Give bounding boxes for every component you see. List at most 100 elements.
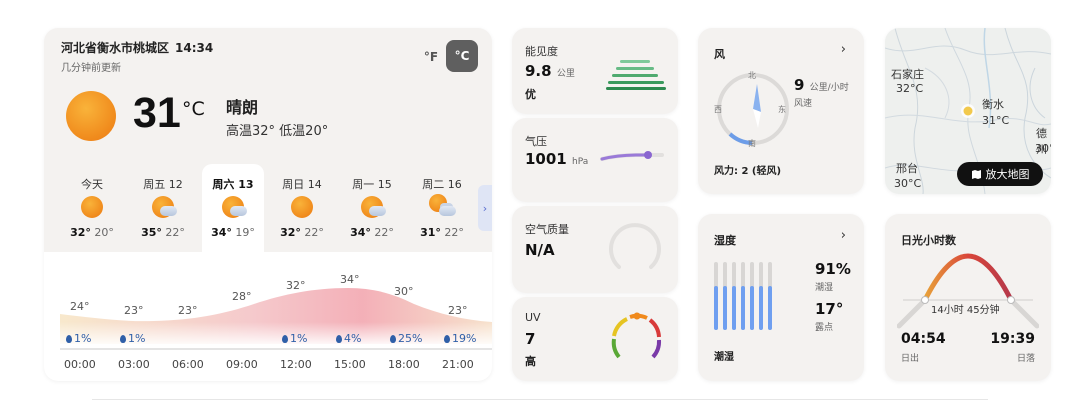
sun-icon	[66, 91, 116, 141]
forecast-day[interactable]: 今天 32° 20°	[61, 164, 123, 254]
forecast-temps: 34° 22°	[350, 226, 394, 239]
forecast-next-button[interactable]: ›	[478, 185, 492, 231]
air-quality-value: N/A	[525, 241, 555, 259]
weather-main-card: 河北省衡水市桃城区 14:34 几分钟前更新 °F °C 31 °C 晴朗 高温3…	[44, 28, 492, 381]
hourly-time: 03:00	[118, 358, 150, 371]
hourly-time: 21:00	[442, 358, 474, 371]
pressure-title: 气压	[525, 135, 547, 148]
pressure-value: 1001 hPa	[525, 150, 589, 168]
uv-gauge-icon	[611, 312, 662, 359]
hourly-precip: 25%	[390, 332, 422, 345]
location[interactable]: 河北省衡水市桃城区 14:34	[61, 39, 213, 56]
air-quality-gauge-icon	[609, 223, 661, 269]
forecast-day[interactable]: 周五 12 35° 22°	[132, 164, 194, 254]
expand-map-button[interactable]: 放大地图	[957, 162, 1043, 186]
hourly-precip: 1%	[66, 332, 91, 345]
partly-cloudy-icon	[152, 196, 177, 218]
raindrop-icon	[66, 335, 72, 343]
updated-text: 几分钟前更新	[61, 63, 121, 74]
air-quality-card[interactable]: 空气质量 N/A	[512, 206, 678, 293]
sunset-label: 日落	[1016, 354, 1035, 364]
hourly-time: 09:00	[226, 358, 258, 371]
map-city-name: 石家庄	[891, 68, 924, 81]
visibility-bars-icon	[606, 60, 666, 90]
forecast-day[interactable]: 周日 14 32° 22°	[271, 164, 333, 254]
wind-level: 风力: 2 (轻风)	[714, 166, 782, 177]
hourly-time: 15:00	[334, 358, 366, 371]
forecast-day-label: 今天	[81, 178, 103, 191]
map-city-temp: 30°C	[894, 177, 922, 190]
humidity-bars-icon	[714, 262, 772, 330]
current-hilo: 高温32° 低温20°	[226, 124, 329, 139]
visibility-title: 能见度	[525, 45, 558, 58]
hourly-precip: 1%	[282, 332, 307, 345]
air-quality-title: 空气质量	[525, 223, 569, 236]
forecast-temps: 32° 22°	[280, 226, 324, 239]
forecast-day-label: 周六 13	[212, 178, 254, 191]
raindrop-icon	[390, 335, 396, 343]
hourly-temp: 23°	[448, 304, 468, 317]
partly-cloudy-icon	[361, 196, 386, 218]
cloudy-sun-icon	[429, 194, 456, 218]
sunrise-time: 04:54	[901, 331, 946, 347]
hourly-temp: 34°	[340, 273, 360, 286]
uv-value: 7	[525, 330, 536, 348]
map-city-name: 衡水	[982, 98, 1004, 111]
daily-forecast: 今天 32° 20° 周五 12 35° 22° 周六 13 34° 19° 周…	[44, 164, 492, 254]
sunshine-title: 日光小时数	[901, 234, 956, 247]
divider	[92, 399, 988, 400]
sunrise-label: 日出	[901, 354, 920, 364]
raindrop-icon	[282, 335, 288, 343]
hourly-temp: 23°	[124, 304, 144, 317]
location-name: 河北省衡水市桃城区	[61, 41, 170, 55]
humidity-title: 湿度	[714, 234, 736, 247]
wind-speed-label: 风速	[794, 99, 813, 109]
forecast-day[interactable]: 周一 15 34° 22°	[341, 164, 403, 254]
chevron-right-icon[interactable]: ›	[841, 42, 846, 57]
visibility-card[interactable]: 能见度 9.8 公里 优	[512, 28, 678, 114]
forecast-temps: 34° 19°	[211, 226, 255, 239]
hourly-time: 00:00	[64, 358, 96, 371]
forecast-day-label: 周二 16	[422, 178, 462, 191]
current-temperature-unit: °C	[182, 98, 205, 120]
hourly-temp: 32°	[286, 279, 306, 292]
wind-card[interactable]: 风 › 北 南 东 西 9 公里/小时 风速 风力: 2 (轻风)	[698, 28, 864, 194]
pressure-card[interactable]: 气压 1001 hPa	[512, 118, 678, 202]
visibility-desc: 优	[525, 88, 536, 101]
celsius-toggle[interactable]: °C	[446, 40, 478, 72]
sunshine-duration: 14小时 45分钟	[931, 305, 1000, 316]
forecast-temps: 35° 22°	[141, 226, 185, 239]
sun-icon	[291, 196, 313, 218]
forecast-day[interactable]: 周二 16 31° 22°	[411, 164, 473, 254]
fahrenheit-toggle[interactable]: °F	[416, 42, 446, 72]
current-condition: 晴朗	[226, 98, 259, 117]
humidity-card[interactable]: 湿度 › 91% 潮湿 17° 露点 潮湿	[698, 214, 864, 381]
raindrop-icon	[120, 335, 126, 343]
map-icon	[971, 169, 981, 179]
wind-speed: 9 公里/小时	[794, 76, 849, 94]
hourly-temperature-curve	[44, 288, 492, 350]
sun-arc-icon	[897, 253, 1039, 329]
hourly-time: 06:00	[172, 358, 204, 371]
sunshine-card[interactable]: 日光小时数 14小时 45分钟 04:54 日出 19:39 日落	[885, 214, 1051, 381]
pressure-gauge-icon	[600, 151, 664, 161]
map-city-temp: 32°C	[896, 82, 924, 95]
map-city-name: 邢台	[896, 162, 918, 175]
raindrop-icon	[444, 335, 450, 343]
chevron-right-icon[interactable]: ›	[841, 228, 846, 243]
forecast-day-label: 周日 14	[282, 178, 322, 191]
humidity-value: 91%	[815, 260, 851, 278]
forecast-temps: 31° 22°	[420, 226, 464, 239]
compass-east: 东	[778, 105, 786, 114]
uv-card[interactable]: UV 7 高	[512, 297, 678, 381]
forecast-day-selected[interactable]: 周六 13 34° 19°	[202, 164, 264, 254]
forecast-temps: 32° 20°	[70, 226, 114, 239]
hourly-precip: 1%	[120, 332, 145, 345]
hourly-chart: 24° 23° 23° 28° 32° 34° 30° 23° 1% 1% 1%…	[44, 252, 492, 381]
humidity-state: 潮湿	[815, 283, 834, 293]
hourly-temp: 23°	[178, 304, 198, 317]
raindrop-icon	[336, 335, 342, 343]
hourly-temp: 24°	[70, 300, 90, 313]
hourly-time: 18:00	[388, 358, 420, 371]
map-card[interactable]: 石家庄 32°C 衡水 31°C 德州 30° 邢台 30°C 放大地图	[885, 28, 1051, 194]
